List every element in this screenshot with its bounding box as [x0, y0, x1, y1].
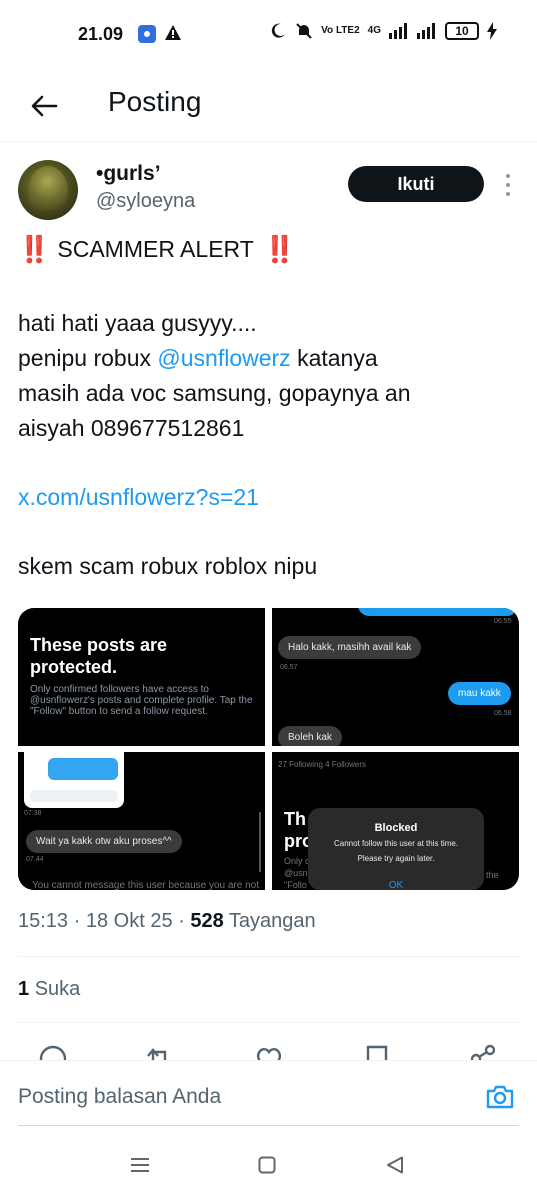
reply-bar: Posting balasan Anda — [0, 1060, 537, 1132]
protected-description: Only confirmed followers have access to … — [30, 684, 253, 717]
dialog-title: Blocked — [374, 822, 418, 834]
chat-timestamp: 07.44 — [26, 856, 44, 863]
tweet-text-segment: katanya — [290, 345, 378, 371]
protected-title: These posts are protected. — [30, 635, 168, 677]
like-count: 1 — [18, 978, 30, 1000]
mention-link[interactable]: @usnflowerz — [157, 345, 290, 371]
arrow-left-icon — [31, 95, 58, 117]
signal-icon-2 — [417, 23, 435, 39]
chat-bubble-in: Boleh kak — [278, 726, 342, 746]
dm-restriction-text: You cannot message this user because you… — [32, 880, 260, 890]
status-bar: 21.09 Vo LTE2 4G 10 — [0, 0, 537, 72]
chat-timestamp: 07.38 — [24, 810, 42, 817]
back-button[interactable] — [24, 86, 64, 126]
dot-icon — [506, 174, 510, 178]
chat-bubble-in: Halo kakk, masihh avail kak — [278, 636, 422, 659]
nfc-icon — [138, 25, 156, 43]
dot-icon — [506, 183, 510, 187]
back-nav-icon[interactable] — [386, 1156, 404, 1174]
protected-text-partial: @usn — [284, 868, 308, 878]
follow-counts: 27 Following 4 Followers — [278, 760, 367, 769]
screenshot-card-input — [30, 790, 118, 802]
meta-separator: · — [68, 910, 86, 932]
scroll-indicator — [259, 812, 261, 872]
author-handle[interactable]: @syloeyna — [96, 190, 195, 213]
media-image-2[interactable]: 06.55 Halo kakk, masihh avail kak 06.57 … — [272, 608, 519, 746]
views-label: Tayangan — [228, 910, 316, 932]
chat-bubble-in: Wait ya kakk otw aku proses^^ — [26, 830, 182, 853]
tweet-line: masih ada voc samsung, gopaynya an — [18, 380, 411, 406]
status-right: Vo LTE2 4G 10 — [269, 22, 497, 40]
blocked-dialog: Blocked Cannot follow this user at this … — [308, 808, 484, 890]
dialog-ok-button: OK — [388, 880, 404, 890]
chat-bubble-out — [358, 608, 518, 616]
protected-text-partial: "Follo — [284, 880, 307, 890]
alert-line: ‼️ SCAMMER ALERT ‼️ — [18, 232, 518, 267]
meta-separator: · — [172, 910, 191, 932]
author-name[interactable]: •gurls’ — [96, 162, 161, 186]
page-title: Posting — [108, 86, 202, 117]
dialog-message: Cannot follow this user at this time. — [333, 839, 459, 848]
more-options-button[interactable] — [500, 170, 516, 200]
view-count: 528 — [190, 910, 224, 932]
divider — [18, 956, 519, 957]
url-link[interactable]: x.com/usnflowerz?s=21 — [18, 480, 518, 515]
protected-text-partial: Only c — [284, 856, 310, 866]
system-nav-bar — [0, 1132, 537, 1200]
protected-text-partial: the — [486, 870, 499, 880]
chat-timestamp: 06.58 — [494, 710, 512, 717]
dialog-message: Please try again later. — [357, 854, 435, 863]
volte-label: Vo LTE2 — [321, 25, 360, 36]
home-icon[interactable] — [258, 1156, 276, 1174]
tweet-meta: 15:13 · 18 Okt 25 · 528 Tayangan — [18, 910, 316, 933]
reply-input[interactable]: Posting balasan Anda — [18, 1085, 221, 1109]
tweet-line: aisyah 089677512861 — [18, 415, 245, 441]
tweet-date: 18 Okt 25 — [85, 910, 173, 932]
likes-label: Suka — [34, 978, 81, 1000]
tweet-line: penipu robux @usnflowerz katanya — [18, 341, 518, 376]
alert-text: SCAMMER ALERT — [57, 236, 254, 262]
avatar[interactable] — [18, 160, 78, 220]
tweet-text-segment: penipu robux — [18, 345, 158, 371]
chat-timestamp: 06.57 — [280, 664, 298, 671]
signal-icon — [389, 23, 407, 39]
network-label: 4G — [367, 25, 381, 36]
media-image-1[interactable]: These posts are protected. Only confirme… — [18, 608, 265, 746]
screenshot-card-bubble — [48, 758, 118, 780]
screenshot-card — [24, 752, 124, 808]
chat-bubble-out: mau kakk — [448, 682, 511, 705]
menu-icon[interactable] — [130, 1156, 150, 1174]
media-image-3[interactable]: 07.38 Wait ya kakk otw aku proses^^ 07.4… — [18, 752, 265, 890]
follow-button[interactable]: Ikuti — [348, 166, 484, 202]
dot-icon — [506, 192, 510, 196]
moon-icon — [271, 23, 286, 38]
media-image-4[interactable]: 27 Following 4 Followers Th pro Only c @u… — [272, 752, 519, 890]
reply-underline — [18, 1125, 519, 1126]
app-header: Posting — [0, 72, 537, 142]
mute-bell-icon — [296, 23, 312, 39]
charging-icon — [487, 22, 497, 40]
likes-summary[interactable]: 1 Suka — [18, 978, 80, 1001]
battery-indicator: 10 — [445, 22, 479, 40]
double-exclamation-icon: ‼️ — [18, 234, 50, 264]
camera-icon[interactable] — [484, 1081, 516, 1113]
chat-timestamp: 06.55 — [494, 618, 512, 625]
media-grid: These posts are protected. Only confirme… — [18, 608, 519, 890]
tweet-line: skem scam robux roblox nipu — [18, 553, 318, 579]
divider — [18, 1022, 519, 1023]
tweet-time: 15:13 — [18, 910, 69, 932]
status-time: 21.09 — [78, 24, 124, 44]
action-bar — [0, 1040, 537, 1062]
double-exclamation-icon: ‼️ — [263, 234, 296, 264]
warning-icon — [165, 25, 181, 40]
tweet-line: hati hati yaaa gusyyy.... — [18, 310, 257, 336]
